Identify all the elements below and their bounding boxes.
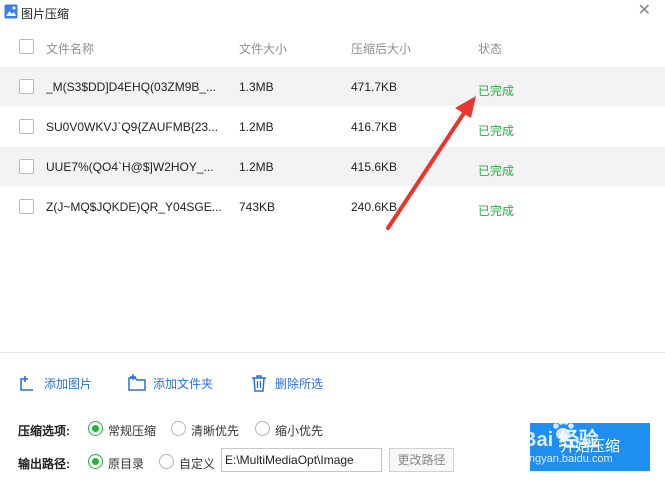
- radio-normal-compress[interactable]: [88, 421, 103, 436]
- add-folder-button[interactable]: 添加文件夹: [127, 372, 213, 394]
- add-folder-label: 添加文件夹: [153, 376, 214, 391]
- status-text: 已完成: [478, 124, 515, 138]
- divider: [0, 352, 665, 353]
- table-row[interactable]: Z(J~MQ$JQKDE)QR_Y04SGE... 743KB 240.6KB …: [0, 187, 665, 226]
- start-compress-button[interactable]: 开始压缩: [530, 423, 650, 471]
- output-path-label: 输出路径:: [18, 457, 70, 471]
- normal-compress-label: 常规压缩: [108, 424, 157, 438]
- header-compressed-size: 压缩后大小: [351, 42, 412, 56]
- file-size: 1.3MB: [239, 80, 274, 94]
- compressed-size: 416.7KB: [351, 120, 398, 134]
- radio-size-first[interactable]: [255, 421, 270, 436]
- add-folder-icon: [128, 374, 146, 391]
- size-first-label: 缩小优先: [275, 424, 324, 438]
- file-size: 1.2MB: [239, 160, 274, 174]
- row-checkbox[interactable]: [19, 119, 34, 134]
- row-checkbox[interactable]: [19, 79, 34, 94]
- add-image-button[interactable]: 添加图片: [18, 372, 92, 394]
- status-text: 已完成: [478, 164, 515, 178]
- header-status: 状态: [478, 42, 503, 56]
- status-text: 已完成: [478, 84, 515, 98]
- file-name: SU0V0WKVJ`Q9{ZAUFMB{23...: [46, 120, 219, 134]
- table-header: 文件名称 文件大小 压缩后大小 状态: [0, 28, 665, 64]
- change-path-button[interactable]: 更改路径: [389, 448, 454, 472]
- trash-icon: [252, 375, 266, 392]
- table-row[interactable]: UUE7%(QO4`H@$]W2HOY_... 1.2MB 415.6KB 已完…: [0, 147, 665, 186]
- file-name: Z(J~MQ$JQKDE)QR_Y04SGE...: [46, 200, 222, 214]
- header-file-size: 文件大小: [239, 42, 288, 56]
- compress-options-label: 压缩选项:: [18, 424, 70, 438]
- header-file-name: 文件名称: [46, 42, 95, 56]
- delete-selected-label: 删除所选: [275, 376, 324, 391]
- close-icon[interactable]: ✕: [638, 2, 651, 20]
- radio-custom-dir[interactable]: [159, 454, 174, 469]
- radio-original-dir[interactable]: [88, 454, 103, 469]
- select-all-checkbox[interactable]: [19, 39, 34, 54]
- compressed-size: 471.7KB: [351, 80, 398, 94]
- window-title: 图片压缩: [21, 7, 70, 21]
- status-text: 已完成: [478, 204, 515, 218]
- table-row[interactable]: SU0V0WKVJ`Q9{ZAUFMB{23... 1.2MB 416.7KB …: [0, 107, 665, 146]
- clarity-first-label: 清晰优先: [191, 424, 240, 438]
- radio-clarity-first[interactable]: [171, 421, 186, 436]
- file-size: 1.2MB: [239, 120, 274, 134]
- file-name: _M(S3$DD]D4EHQ(03ZM9B_...: [46, 80, 217, 94]
- output-path-input[interactable]: [221, 448, 382, 472]
- delete-selected-button[interactable]: 删除所选: [249, 372, 323, 394]
- compressed-size: 415.6KB: [351, 160, 398, 174]
- app-image-icon: [4, 4, 18, 19]
- custom-dir-label: 自定义: [179, 457, 216, 471]
- add-image-label: 添加图片: [44, 376, 93, 391]
- title-bar: 图片压缩 ✕: [0, 0, 665, 24]
- file-name: UUE7%(QO4`H@$]W2HOY_...: [46, 160, 214, 174]
- file-size: 743KB: [239, 200, 276, 214]
- row-checkbox[interactable]: [19, 199, 34, 214]
- original-dir-label: 原目录: [108, 457, 145, 471]
- compressed-size: 240.6KB: [351, 200, 398, 214]
- row-checkbox[interactable]: [19, 159, 34, 174]
- add-image-icon: [20, 376, 33, 391]
- table-row[interactable]: _M(S3$DD]D4EHQ(03ZM9B_... 1.3MB 471.7KB …: [0, 67, 665, 106]
